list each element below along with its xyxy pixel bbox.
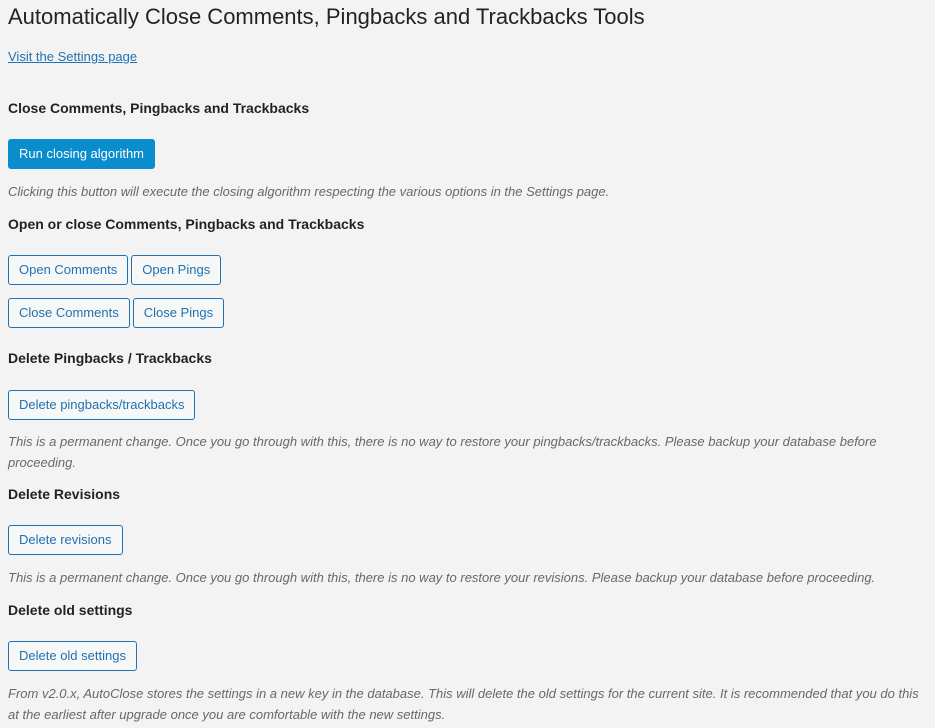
delete-revisions-description: This is a permanent change. Once you go … [8,570,876,585]
open-buttons-row: Open Comments Open Pings [8,255,222,285]
settings-page-link[interactable]: Visit the Settings page [8,49,137,65]
delete-revisions-section-title: Delete Revisions [8,486,121,502]
open-close-section-title: Open or close Comments, Pingbacks and Tr… [8,216,365,232]
delete-pingbacks-button[interactable]: Delete pingbacks/trackbacks [8,390,196,420]
open-pings-button[interactable]: Open Pings [131,255,222,285]
delete-revisions-button[interactable]: Delete revisions [8,525,123,555]
delete-pingbacks-row: Delete pingbacks/trackbacks [8,390,196,420]
delete-old-settings-button[interactable]: Delete old settings [8,641,137,671]
delete-pingbacks-description: This is a permanent change. Once you go … [8,434,877,470]
delete-revisions-row: Delete revisions [8,525,123,555]
close-buttons-row: Close Comments Close Pings [8,298,225,328]
delete-old-settings-section-title: Delete old settings [8,602,133,618]
delete-old-settings-description: From v2.0.x, AutoClose stores the settin… [8,686,919,722]
delete-old-settings-row: Delete old settings [8,641,137,671]
close-comments-button[interactable]: Close Comments [8,298,130,328]
delete-pingbacks-section-title: Delete Pingbacks / Trackbacks [8,350,212,366]
close-section-description: Clicking this button will execute the cl… [8,184,610,199]
close-section-title: Close Comments, Pingbacks and Trackbacks [8,100,310,116]
page-title: Automatically Close Comments, Pingbacks … [8,4,645,29]
open-comments-button[interactable]: Open Comments [8,255,129,285]
run-closing-algorithm-button[interactable]: Run closing algorithm [8,139,156,169]
close-pings-button[interactable]: Close Pings [132,298,225,328]
run-closing-row: Run closing algorithm [8,139,156,169]
